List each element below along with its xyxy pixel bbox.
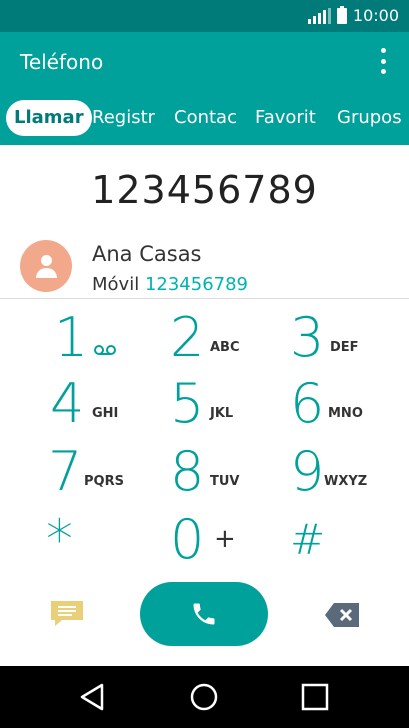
key-digit: 1 (54, 306, 89, 369)
key-letters: PQRS (84, 474, 124, 489)
contact-suggestion[interactable]: Ana Casas Móvil 123456789 (0, 236, 409, 299)
tab-registro[interactable]: Registr (92, 100, 155, 136)
tab-contactos[interactable]: Contac (174, 100, 237, 136)
key-digit: 7 (48, 440, 83, 503)
tab-bar: Llamar Registr Contac Favorit Grupos (0, 90, 409, 145)
key-digit: # (290, 515, 326, 564)
key-5[interactable]: 5 JKL (170, 372, 300, 436)
key-digit: 2 (170, 306, 205, 369)
key-0[interactable]: 0 + (170, 508, 300, 572)
call-button[interactable] (140, 582, 268, 646)
tab-favoritos[interactable]: Favorit (255, 100, 316, 136)
key-3[interactable]: 3 DEF (290, 306, 409, 370)
key-digit: 6 (290, 372, 325, 435)
key-8[interactable]: 8 TUV (170, 440, 300, 504)
status-bar: 10:00 (0, 0, 409, 32)
action-row (0, 580, 409, 652)
key-digit: 9 (290, 440, 325, 503)
home-circle-icon[interactable] (189, 682, 219, 712)
key-letters: + (214, 524, 236, 554)
key-star[interactable]: * (46, 508, 176, 572)
message-icon[interactable] (50, 600, 84, 626)
key-9[interactable]: 9 WXYZ (290, 440, 409, 504)
key-letters: GHI (92, 406, 119, 421)
app-bar: Teléfono (0, 32, 409, 90)
contact-number: 123456789 (144, 274, 249, 295)
key-digit: 5 (170, 372, 205, 435)
overflow-menu-icon[interactable] (379, 48, 387, 74)
dialed-number[interactable]: 123456789 (0, 168, 409, 212)
key-digit: 4 (50, 372, 85, 435)
status-time: 10:00 (352, 6, 399, 25)
key-7[interactable]: 7 PQRS (48, 440, 178, 504)
key-letters: TUV (210, 474, 240, 489)
key-digit: 3 (290, 306, 325, 369)
signal-icon (307, 7, 331, 24)
recents-square-icon[interactable] (300, 682, 330, 712)
tab-llamar[interactable]: Llamar (6, 100, 92, 136)
key-digit: * (46, 508, 73, 571)
key-hash[interactable]: # (290, 508, 409, 572)
voicemail-icon (94, 345, 116, 355)
battery-icon (336, 5, 347, 24)
key-letters: JKL (210, 406, 234, 421)
key-letters: DEF (330, 340, 359, 355)
contact-detail: Móvil 123456789 (92, 274, 248, 295)
key-letters: WXYZ (324, 474, 368, 489)
key-4[interactable]: 4 GHI (50, 372, 180, 436)
avatar (20, 240, 72, 292)
app-title: Teléfono (20, 50, 104, 74)
key-digit: 0 (170, 508, 205, 571)
key-letters: ABC (210, 340, 240, 355)
navigation-bar (0, 666, 409, 728)
back-triangle-icon[interactable] (78, 682, 108, 712)
key-2[interactable]: 2 ABC (170, 306, 300, 370)
contact-number-type: Móvil (92, 274, 140, 295)
phone-icon (193, 603, 215, 625)
contact-name: Ana Casas (92, 242, 202, 266)
key-1[interactable]: 1 (50, 306, 180, 370)
key-letters: MNO (328, 406, 363, 421)
tab-grupos[interactable]: Grupos (337, 100, 402, 136)
key-digit: 8 (170, 440, 205, 503)
backspace-icon[interactable] (324, 602, 360, 628)
key-6[interactable]: 6 MNO (290, 372, 409, 436)
